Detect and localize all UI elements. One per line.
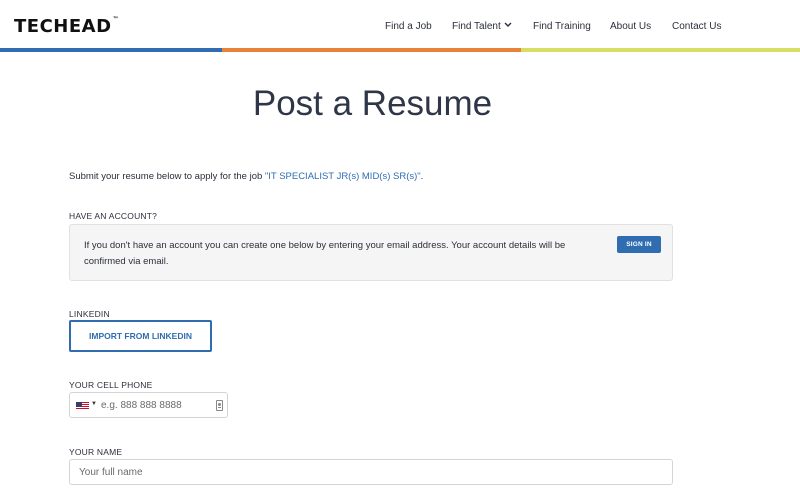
job-title-link: "IT SPECIALIST JR(s) MID(s) SR(s)"	[264, 171, 421, 182]
header-stripe-lime	[521, 48, 800, 52]
contact-card-icon	[216, 400, 223, 411]
nav-about-us[interactable]: About Us	[610, 21, 651, 32]
your-name-label: YOUR NAME	[69, 447, 123, 457]
page-title: Post a Resume	[252, 84, 493, 123]
full-name-input[interactable]	[69, 459, 673, 485]
header-stripe-blue	[0, 48, 222, 52]
flag-canton	[76, 402, 82, 407]
account-info-text: If you don't have an account you can cre…	[84, 240, 566, 267]
country-caret-icon[interactable]: ▼	[91, 401, 97, 407]
nav-contact-us[interactable]: Contact Us	[672, 21, 721, 32]
chevron-down-icon	[504, 22, 512, 27]
linkedin-label: LINKEDIN	[69, 309, 110, 319]
intro-prefix: Submit your resume below to apply for th…	[69, 171, 265, 182]
job-intro: Submit your resume below to apply for th…	[69, 171, 423, 182]
nav-find-a-job[interactable]: Find a Job	[385, 21, 432, 32]
main-nav: Find a Job Find Talent Find Training Abo…	[0, 21, 800, 35]
nav-find-talent-label: Find Talent	[452, 21, 501, 32]
cell-phone-label: YOUR CELL PHONE	[69, 380, 153, 390]
nav-find-talent[interactable]: Find Talent	[452, 21, 512, 32]
import-from-linkedin-button[interactable]: IMPORT FROM LINKEDIN	[69, 320, 212, 352]
us-flag-icon[interactable]	[76, 402, 89, 410]
site-header: TECHEAD™ Find a Job Find Talent Find Tra…	[0, 0, 800, 52]
have-account-label: HAVE AN ACCOUNT?	[69, 211, 158, 221]
account-panel: If you don't have an account you can cre…	[69, 224, 673, 281]
header-stripe-orange	[222, 48, 521, 52]
sign-in-button[interactable]: SIGN IN	[617, 236, 661, 253]
phone-field: ▼	[69, 392, 228, 418]
nav-find-training[interactable]: Find Training	[533, 21, 591, 32]
cell-phone-input[interactable]	[101, 396, 213, 414]
intro-suffix: .	[420, 171, 424, 182]
